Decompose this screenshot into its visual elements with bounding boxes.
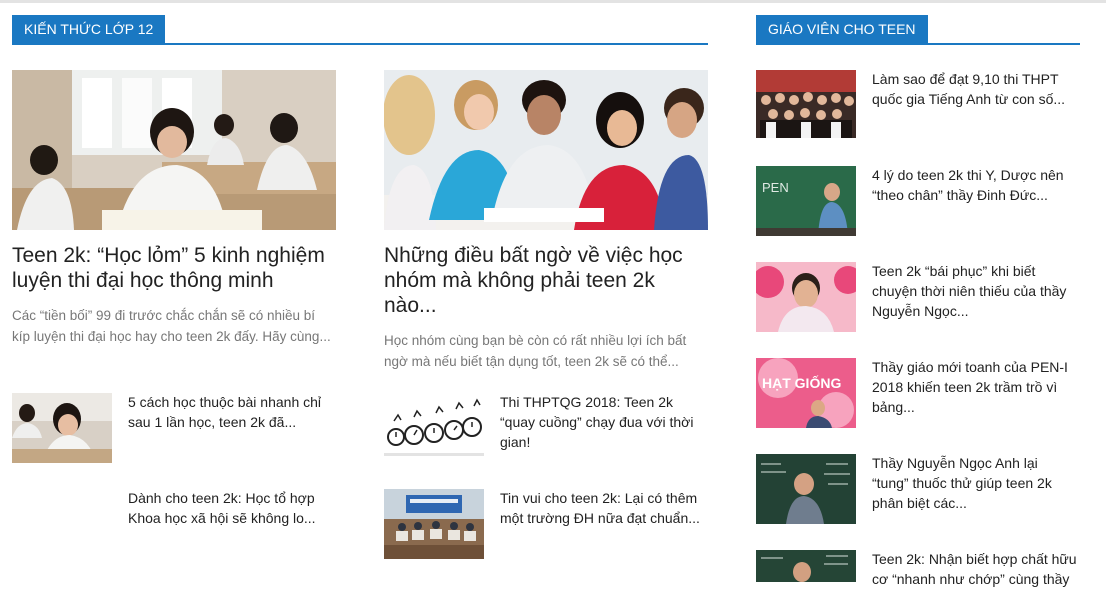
list-col1-item-1-title[interactable]: 5 cách học thuộc bài nhanh chỉ sau 1 lần… xyxy=(128,392,334,432)
thumb-pen-text: PEN xyxy=(762,180,789,195)
featured-1-title[interactable]: Teen 2k: “Học lỏm” 5 kinh nghiệm luyện t… xyxy=(12,243,336,293)
featured-2-thumbnail[interactable] xyxy=(384,70,708,230)
sidebar-item-1-thumbnail[interactable] xyxy=(756,70,856,138)
sidebar-item-2-thumbnail[interactable]: PEN xyxy=(756,166,856,236)
featured-2-title[interactable]: Những điều bất ngờ về việc học nhóm mà k… xyxy=(384,243,708,318)
list-col2-item-2-title[interactable]: Tin vui cho teen 2k: Lại có thêm một trư… xyxy=(500,488,706,528)
section-title-giao-vien[interactable]: GIÁO VIÊN CHO TEEN xyxy=(756,15,928,43)
top-divider xyxy=(0,0,1106,3)
sidebar-item-1-title[interactable]: Làm sao để đạt 9,10 thi THPT quốc gia Ti… xyxy=(872,69,1078,109)
featured-1-excerpt: Các “tiền bối” 99 đi trước chắc chắn sẽ … xyxy=(12,308,331,344)
sidebar-item-6-thumbnail[interactable] xyxy=(756,550,856,582)
sidebar-item-3-thumbnail[interactable] xyxy=(756,262,856,332)
list-col1-item-1-thumbnail[interactable] xyxy=(12,393,112,463)
sidebar-item-5-thumbnail[interactable] xyxy=(756,454,856,524)
sidebar-item-4-title[interactable]: Thầy giáo mới toanh của PEN-I 2018 khiến… xyxy=(872,357,1078,417)
list-col2-item-1-title[interactable]: Thi THPTQG 2018: Teen 2k “quay cuồng” ch… xyxy=(500,392,706,452)
sidebar-item-6-title[interactable]: Teen 2k: Nhận biết hợp chất hữu cơ “nhan… xyxy=(872,549,1078,589)
section-title-kien-thuc[interactable]: KIẾN THỨC LỚP 12 xyxy=(12,15,166,43)
sidebar-item-2-title[interactable]: 4 lý do teen 2k thi Y, Dược nên “theo ch… xyxy=(872,165,1078,205)
section-header-giao-vien: GIÁO VIÊN CHO TEEN xyxy=(756,15,1080,45)
featured-2-excerpt: Học nhóm cùng bạn bè còn có rất nhiều lợ… xyxy=(384,333,687,369)
list-col2-item-2-thumbnail[interactable] xyxy=(384,489,484,559)
section-header-kien-thuc: KIẾN THỨC LỚP 12 xyxy=(12,15,708,45)
thumb-hat-giong-text: HẠT GIỐNG xyxy=(762,374,841,391)
sidebar-item-4-thumbnail[interactable]: HẠT GIỐNG xyxy=(756,358,856,428)
list-col1-item-2-title[interactable]: Dành cho teen 2k: Học tổ hợp Khoa học xã… xyxy=(128,488,334,528)
sidebar-item-5-title[interactable]: Thầy Nguyễn Ngọc Anh lại “tung” thuốc th… xyxy=(872,453,1078,513)
featured-1-thumbnail[interactable] xyxy=(12,70,336,230)
sidebar-item-3-title[interactable]: Teen 2k “bái phục” khi biết chuyện thời … xyxy=(872,261,1078,321)
list-col2-item-1-thumbnail[interactable] xyxy=(384,393,484,463)
